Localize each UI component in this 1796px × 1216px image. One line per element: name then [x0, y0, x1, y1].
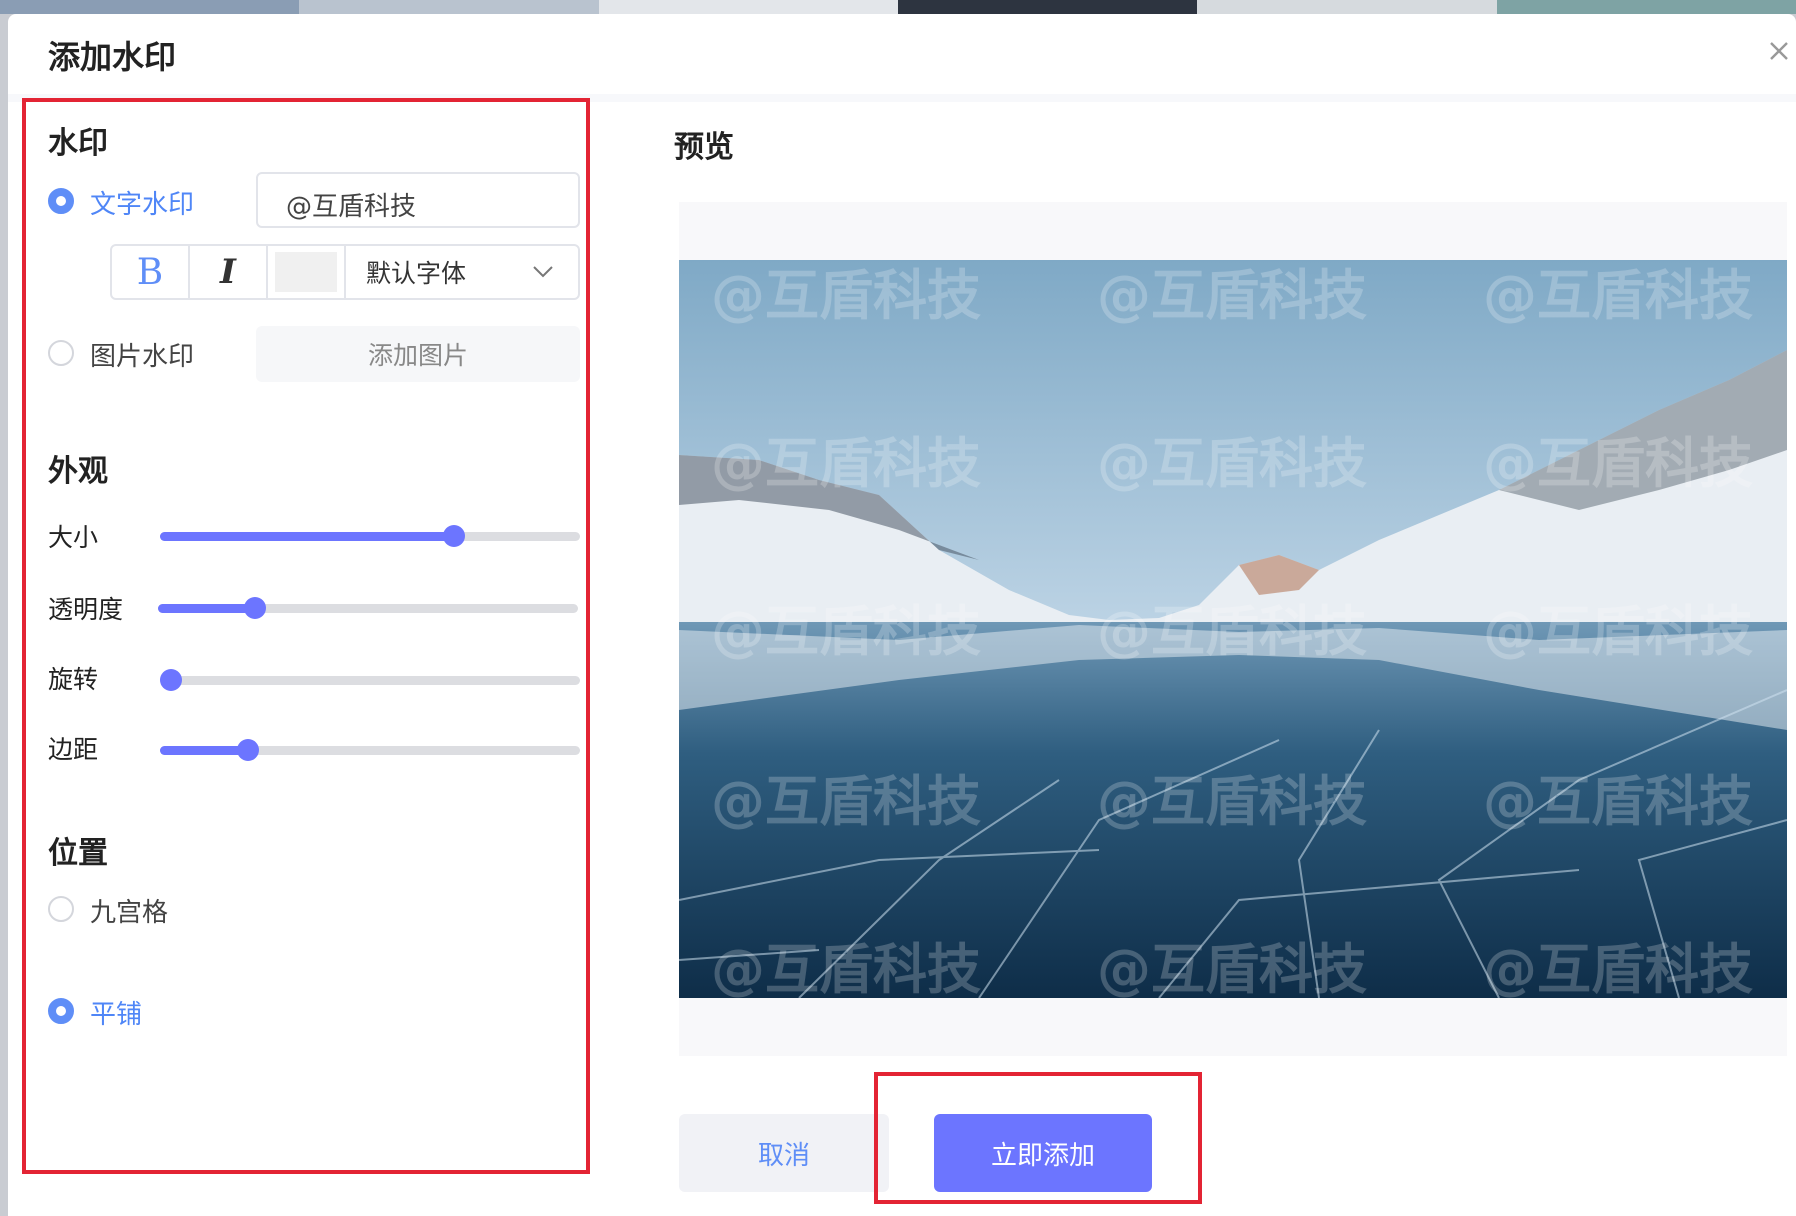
- position-section-title: 位置: [48, 836, 108, 871]
- rotation-slider[interactable]: [160, 669, 580, 691]
- tile-position-label[interactable]: 平铺: [90, 994, 142, 1031]
- bold-button[interactable]: B: [112, 246, 190, 298]
- dialog-header: 添加水印: [8, 14, 1796, 92]
- grid-position-label[interactable]: 九宫格: [90, 892, 168, 929]
- preview-watermark: @互盾科技: [711, 432, 981, 495]
- preview-watermark: @互盾科技: [711, 600, 981, 663]
- close-button[interactable]: [1764, 36, 1794, 66]
- size-slider-fill: [160, 532, 454, 541]
- rotation-slider-label: 旋转: [48, 665, 99, 694]
- preview-area: @互盾科技 @互盾科技 @互盾科技 @互盾科技 @互盾科技 @互盾科技 @互盾科…: [679, 202, 1787, 1056]
- preview-watermark: @互盾科技: [1097, 600, 1367, 663]
- image-watermark-radio[interactable]: [48, 340, 74, 366]
- preview-watermark: @互盾科技: [1483, 770, 1753, 833]
- add-now-button[interactable]: 立即添加: [934, 1114, 1152, 1192]
- watermark-text-input[interactable]: @互盾科技: [256, 172, 580, 228]
- chevron-down-icon: [533, 266, 553, 278]
- landscape-image: @互盾科技 @互盾科技 @互盾科技 @互盾科技 @互盾科技 @互盾科技 @互盾科…: [679, 260, 1787, 998]
- italic-button[interactable]: I: [190, 246, 268, 298]
- font-select-value: 默认字体: [366, 259, 467, 288]
- opacity-slider-thumb[interactable]: [244, 597, 266, 619]
- preview-watermark: @互盾科技: [1097, 264, 1367, 327]
- appearance-section-title: 外观: [48, 454, 108, 489]
- preview-watermark: @互盾科技: [711, 770, 981, 833]
- margin-slider[interactable]: [160, 739, 580, 761]
- font-select[interactable]: 默认字体: [346, 246, 578, 298]
- add-watermark-dialog: 添加水印 水印 文字水印 @互盾科技 B I 默认字体 图片水印 添加图片 外观…: [8, 14, 1796, 1216]
- margin-slider-fill: [160, 746, 248, 755]
- opacity-slider-label: 透明度: [48, 595, 124, 624]
- margin-slider-label: 边距: [48, 735, 99, 764]
- text-style-toolbar: B I 默认字体: [110, 244, 580, 300]
- add-image-button[interactable]: 添加图片: [256, 326, 580, 382]
- preview-watermark: @互盾科技: [1097, 938, 1367, 998]
- dialog-title: 添加水印: [48, 38, 177, 76]
- preview-watermark: @互盾科技: [1097, 770, 1367, 833]
- preview-title: 预览: [674, 130, 734, 165]
- image-watermark-label[interactable]: 图片水印: [90, 336, 194, 373]
- text-watermark-label[interactable]: 文字水印: [90, 184, 194, 221]
- preview-watermark: @互盾科技: [1483, 264, 1753, 327]
- settings-panel: 水印 文字水印 @互盾科技 B I 默认字体 图片水印 添加图片 外观 大小 透…: [44, 100, 584, 1180]
- rotation-slider-thumb[interactable]: [160, 669, 182, 691]
- background-thumbnails: [0, 0, 1796, 14]
- color-swatch: [275, 252, 337, 292]
- margin-slider-thumb[interactable]: [237, 739, 259, 761]
- grid-position-radio[interactable]: [48, 896, 74, 922]
- color-picker[interactable]: [268, 246, 346, 298]
- preview-watermark: @互盾科技: [711, 264, 981, 327]
- opacity-slider[interactable]: [158, 597, 578, 619]
- preview-watermark: @互盾科技: [1483, 938, 1753, 998]
- preview-watermark: @互盾科技: [1097, 432, 1367, 495]
- size-slider-label: 大小: [48, 523, 99, 552]
- size-slider-thumb[interactable]: [443, 525, 465, 547]
- preview-watermark: @互盾科技: [711, 938, 981, 998]
- close-icon: [1770, 42, 1788, 60]
- preview-watermark: @互盾科技: [1483, 600, 1753, 663]
- size-slider[interactable]: [160, 525, 580, 547]
- preview-image: @互盾科技 @互盾科技 @互盾科技 @互盾科技 @互盾科技 @互盾科技 @互盾科…: [679, 260, 1787, 998]
- tile-position-radio[interactable]: [48, 998, 74, 1024]
- text-watermark-radio[interactable]: [48, 188, 74, 214]
- opacity-slider-fill: [158, 604, 255, 613]
- preview-watermark: @互盾科技: [1483, 432, 1753, 495]
- watermark-section-title: 水印: [48, 126, 108, 161]
- cancel-button[interactable]: 取消: [679, 1114, 889, 1192]
